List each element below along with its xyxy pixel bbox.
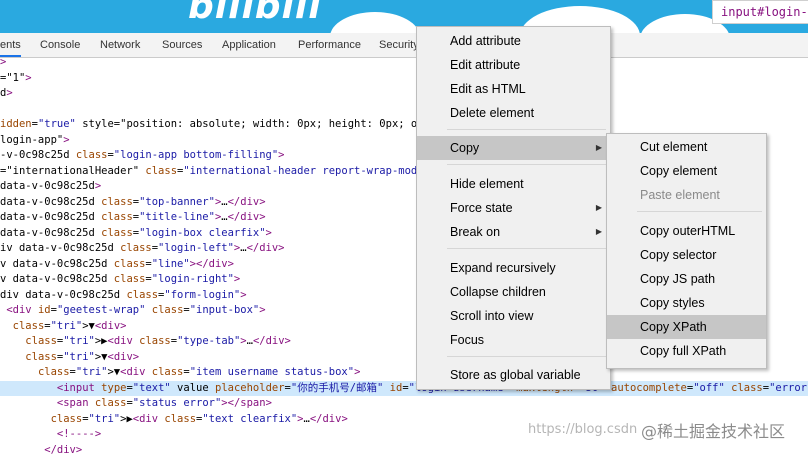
menu-item-focus[interactable]: Focus	[417, 328, 610, 352]
submenu-item-paste-element: Paste element	[640, 188, 720, 202]
menu-item-copy-label: Copy	[450, 141, 480, 155]
submenu-item-copy-selector[interactable]: Copy selector	[607, 243, 766, 267]
submenu-item-copy-full-xpath[interactable]: Copy full XPath	[607, 339, 766, 363]
menu-item-add-attribute[interactable]: Add attribute	[417, 29, 610, 53]
dom-node[interactable]: ="1">	[0, 71, 808, 87]
submenu-arrow-icon: ▶	[595, 227, 602, 236]
menu-item-expand-recursively[interactable]: Expand recursively	[417, 256, 610, 280]
menu-item-force-state[interactable]: Force state ▶	[417, 196, 610, 220]
menu-separator	[447, 356, 606, 357]
menu-item-edit-attribute[interactable]: Edit attribute	[417, 53, 610, 77]
menu-item-scroll-into-view[interactable]: Scroll into view	[417, 304, 610, 328]
menu-item-break-on-label: Break on	[450, 225, 501, 239]
submenu-item-copy-js-path[interactable]: Copy JS path	[607, 267, 766, 291]
menu-item-copy[interactable]: Copy ▶	[417, 136, 610, 160]
submenu-item-copy-xpath[interactable]: Copy XPath	[607, 315, 766, 339]
watermark-url: https://blog.csdn	[528, 422, 638, 437]
watermark-brand: @稀土掘金技术社区	[641, 422, 786, 441]
menu-item-break-on[interactable]: Break on ▶	[417, 220, 610, 244]
dom-node[interactable]: idden="true" style="position: absolute; …	[0, 117, 808, 133]
banner-cloud	[330, 12, 420, 33]
tab-sources[interactable]: Sources	[162, 33, 202, 57]
menu-separator	[447, 129, 606, 130]
tab-elements[interactable]: ents	[0, 33, 21, 57]
dom-node[interactable]: d>	[0, 86, 808, 102]
menu-item-delete-element[interactable]: Delete element	[417, 101, 610, 125]
menu-separator	[447, 248, 606, 249]
submenu-item-cut-element[interactable]: Cut element	[607, 135, 766, 159]
copy-submenu: Cut element Copy element Paste element C…	[606, 133, 767, 369]
dom-node[interactable]: <span class="status error"></span>	[0, 396, 808, 412]
page-banner: bilibili	[0, 0, 808, 33]
menu-separator	[637, 211, 762, 212]
tab-security[interactable]: Security	[379, 33, 419, 57]
bilibili-logo: bilibili	[188, 0, 322, 27]
submenu-item-copy-styles[interactable]: Copy styles	[607, 291, 766, 315]
tab-performance[interactable]: Performance	[298, 33, 361, 57]
menu-separator	[447, 164, 606, 165]
element-tooltip: input#login-us	[712, 0, 808, 24]
devtools-tab-bar: ents Console Network Sources Application…	[0, 33, 808, 58]
context-menu: Add attribute Edit attribute Edit as HTM…	[416, 26, 611, 390]
submenu-arrow-icon: ▶	[595, 203, 602, 212]
tab-application[interactable]: Application	[222, 33, 276, 57]
submenu-item-copy-outerhtml[interactable]: Copy outerHTML	[607, 219, 766, 243]
submenu-item-copy-element[interactable]: Copy element	[607, 159, 766, 183]
menu-item-force-state-label: Force state	[450, 201, 513, 215]
dom-node[interactable]: </div>	[0, 443, 808, 455]
submenu-arrow-icon: ▶	[595, 143, 602, 152]
tab-console[interactable]: Console	[40, 33, 80, 57]
dom-node[interactable]: >	[0, 58, 808, 71]
dom-node-selected[interactable]: <input type="text" value placeholder="你的…	[0, 380, 808, 396]
menu-item-collapse-children[interactable]: Collapse children	[417, 280, 610, 304]
menu-item-hide-element[interactable]: Hide element	[417, 172, 610, 196]
menu-item-edit-as-html[interactable]: Edit as HTML	[417, 77, 610, 101]
menu-item-store-as-global-variable[interactable]: Store as global variable	[417, 363, 610, 387]
tab-network[interactable]: Network	[100, 33, 140, 57]
dom-node[interactable]	[0, 102, 808, 118]
